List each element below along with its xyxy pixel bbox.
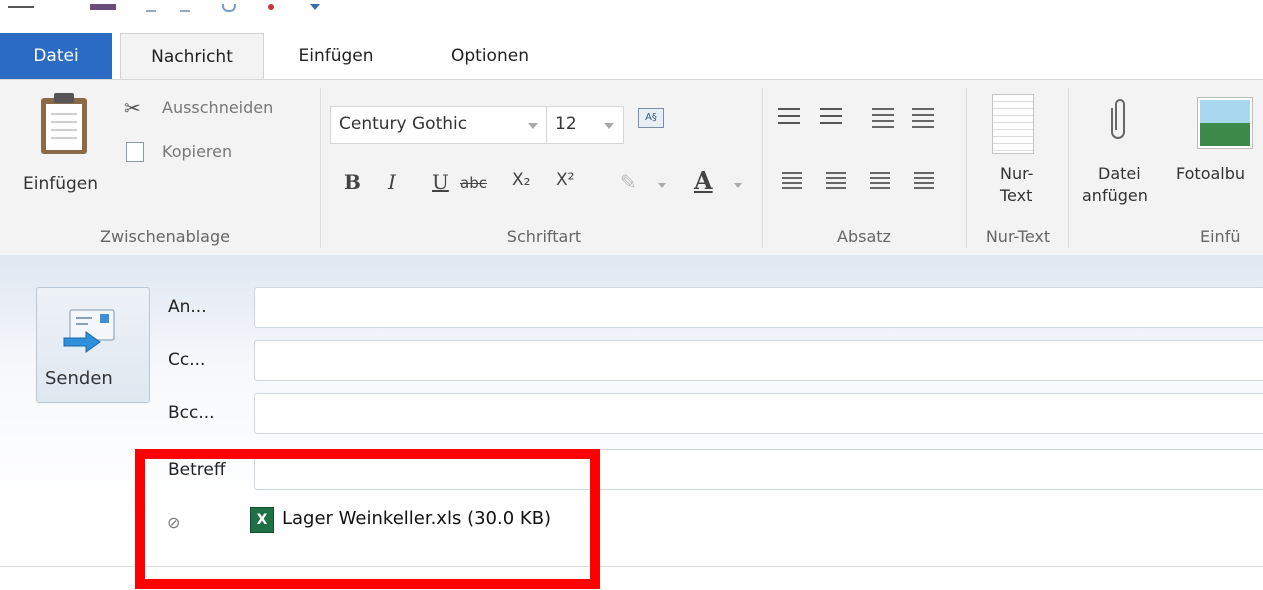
attach-file-label-line2: anfügen [1082, 186, 1148, 205]
paperclip-icon [1111, 99, 1125, 139]
send-button[interactable]: Senden [36, 287, 150, 403]
scissors-icon: ✂ [124, 96, 141, 120]
tab-file[interactable]: Datei [0, 33, 112, 80]
paragraph-group-label: Absatz [837, 227, 891, 246]
plain-text-group-label: Nur-Text [985, 227, 1051, 246]
quick-access-toolbar [0, 0, 1263, 20]
attach-file-label-line1: Datei [1098, 164, 1141, 183]
justify-icon[interactable] [914, 172, 934, 190]
bold-button[interactable]: B [344, 170, 361, 194]
increase-indent-icon[interactable] [912, 108, 934, 128]
photo-album-button[interactable]: Fotoalbu [1174, 88, 1263, 218]
align-left-icon[interactable] [782, 172, 802, 190]
font-color-button[interactable]: A [694, 166, 713, 195]
strikethrough-button[interactable]: abc [460, 174, 487, 192]
insert-group-label: Einfü [1200, 227, 1241, 246]
to-label[interactable]: An... [168, 297, 207, 317]
redo-icon[interactable] [180, 4, 190, 12]
group-divider [1068, 88, 1069, 248]
cc-field[interactable] [254, 340, 1263, 381]
photo-album-label: Fotoalbu [1176, 164, 1246, 183]
underline-button[interactable]: U [432, 170, 449, 194]
bullet-list-icon[interactable] [820, 108, 842, 128]
numbered-list-icon[interactable] [778, 108, 800, 128]
copy-button[interactable]: Kopieren [122, 140, 307, 166]
paste-label: Einfügen [23, 174, 99, 194]
send-mail-icon [63, 309, 115, 353]
to-field[interactable] [254, 287, 1263, 328]
italic-button[interactable]: I [388, 170, 396, 194]
clipboard-group-label: Zwischenablage [100, 227, 230, 246]
photo-album-icon [1197, 97, 1253, 149]
font-size-dropdown-icon[interactable] [604, 123, 614, 129]
save-icon[interactable] [90, 4, 116, 10]
bcc-field[interactable] [254, 393, 1263, 434]
highlight-box [135, 449, 600, 589]
ribbon-tabs: Datei Nachricht Einfügen Optionen [0, 33, 1263, 80]
tab-insert[interactable]: Einfügen [276, 33, 396, 80]
font-family-select[interactable]: Century Gothic [330, 106, 548, 144]
group-divider [320, 88, 321, 248]
highlighter-dropdown-icon[interactable] [658, 183, 666, 188]
align-center-icon[interactable] [826, 172, 846, 190]
copy-icon [126, 142, 144, 162]
app-icon[interactable] [8, 6, 34, 12]
tab-options[interactable]: Optionen [425, 33, 555, 80]
subscript-button[interactable]: X₂ [512, 170, 530, 190]
group-divider [966, 88, 967, 248]
font-color-dropdown-icon[interactable] [734, 183, 742, 188]
cut-label: Ausschneiden [162, 98, 274, 117]
copy-label: Kopieren [162, 142, 233, 161]
ribbon: Einfügen ✂ Ausschneiden Kopieren Zwische… [0, 79, 1263, 255]
customize-arrow-icon[interactable] [310, 4, 320, 10]
decrease-indent-icon[interactable] [872, 108, 894, 128]
clipboard-icon [41, 93, 87, 154]
undo-icon[interactable] [146, 4, 156, 12]
plain-text-label-line1: Nur- [1000, 164, 1034, 183]
group-divider [762, 88, 763, 248]
send-label: Senden [45, 368, 113, 389]
paste-button[interactable]: Einfügen [14, 88, 118, 198]
document-icon [992, 94, 1034, 154]
refresh-icon[interactable] [222, 4, 236, 12]
attach-file-button[interactable]: Datei anfügen [1076, 88, 1176, 218]
priority-icon[interactable] [268, 4, 274, 10]
highlighter-icon[interactable]: ✎ [620, 170, 637, 194]
cut-button[interactable]: ✂ Ausschneiden [122, 96, 307, 122]
cc-label[interactable]: Cc... [168, 350, 205, 370]
superscript-button[interactable]: X² [556, 170, 574, 190]
tab-message[interactable]: Nachricht [120, 33, 264, 80]
plain-text-button[interactable]: Nur- Text [976, 88, 1060, 218]
font-dialog-icon[interactable]: A§ [638, 108, 664, 128]
align-right-icon[interactable] [870, 172, 890, 190]
font-family-dropdown-icon[interactable] [528, 123, 538, 129]
font-group-label: Schriftart [506, 227, 582, 246]
bcc-label[interactable]: Bcc... [168, 403, 215, 423]
plain-text-label-line2: Text [1000, 186, 1033, 205]
